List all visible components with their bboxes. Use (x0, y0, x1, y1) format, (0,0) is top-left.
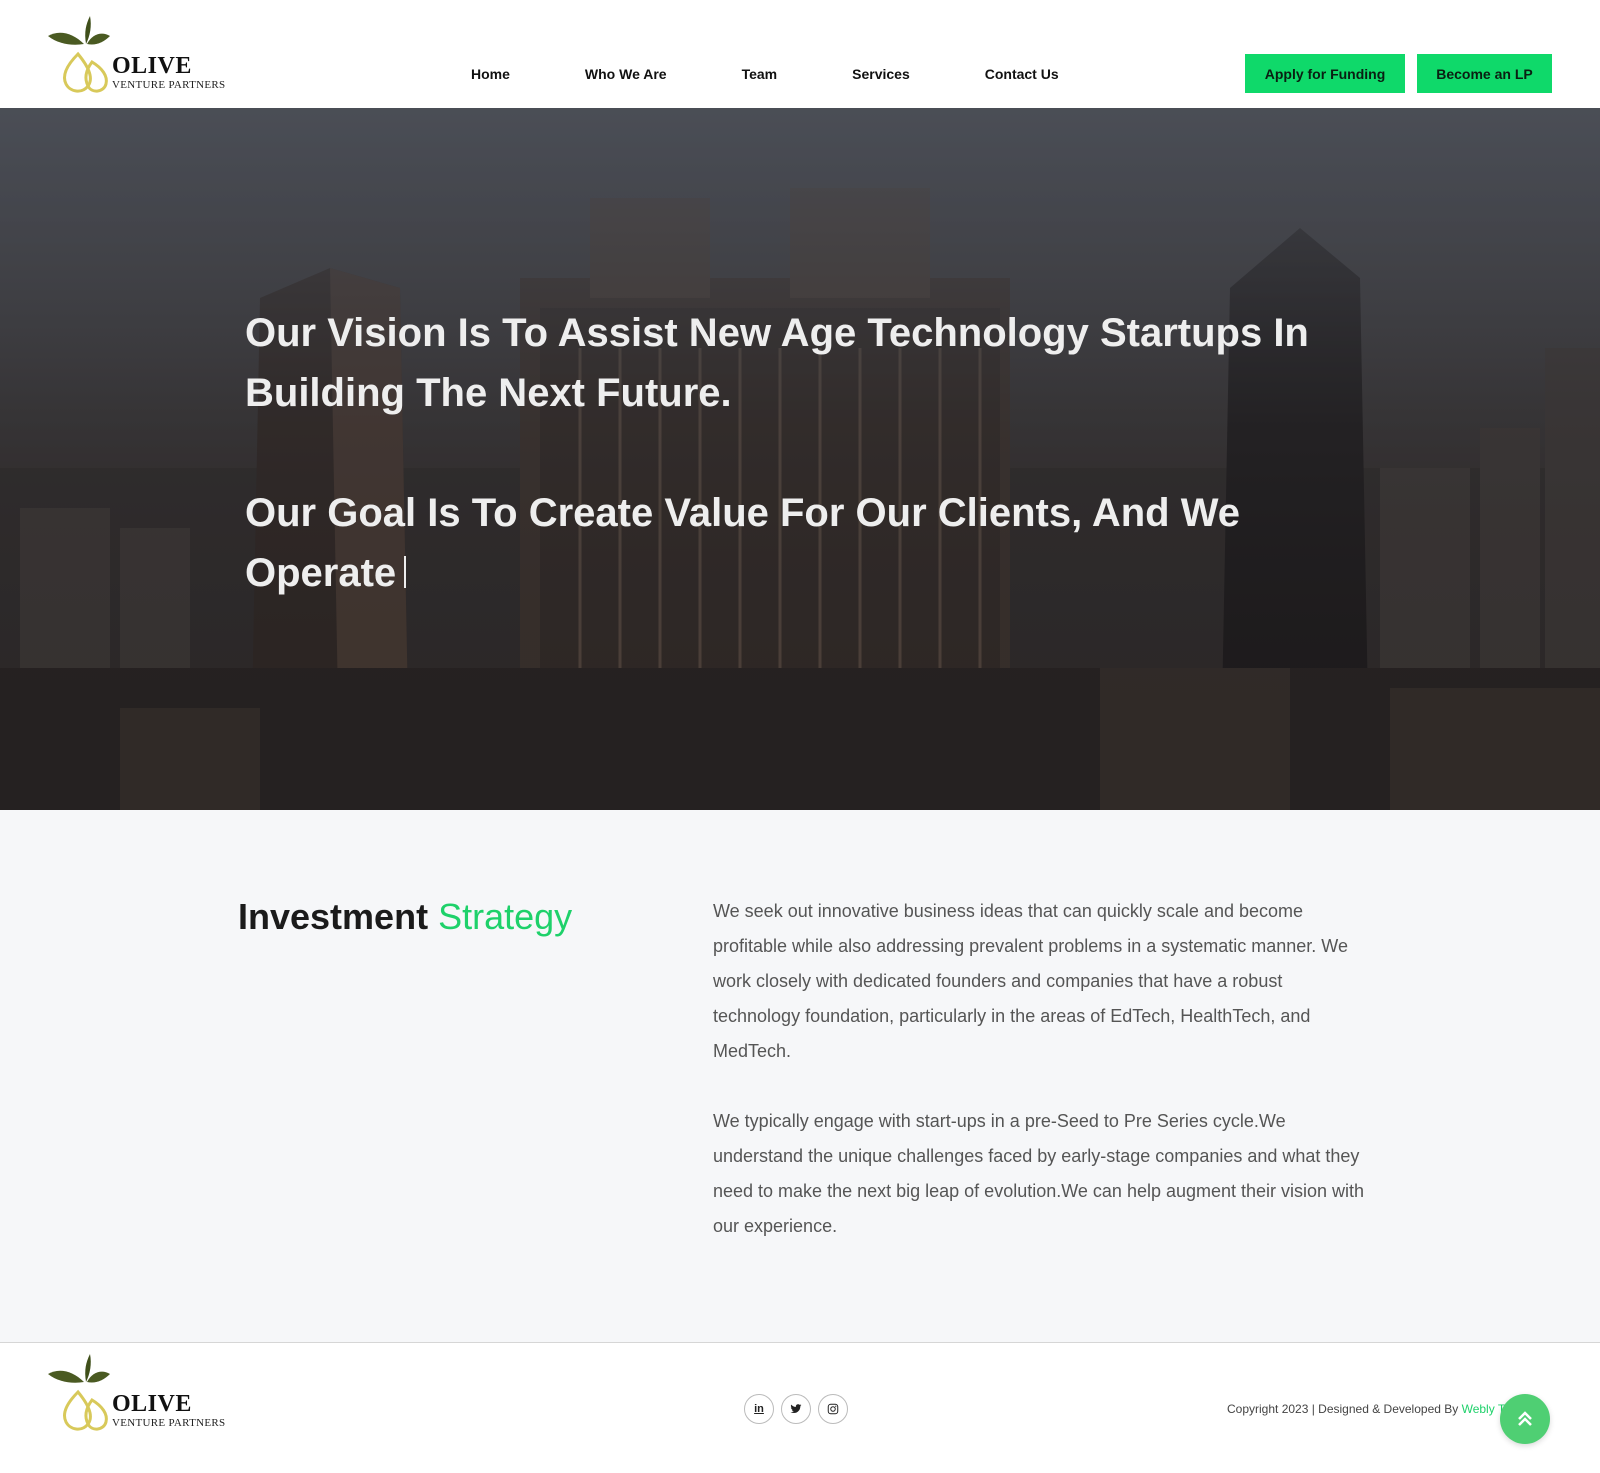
instagram-icon[interactable] (818, 1394, 848, 1424)
olive-leaf-icon (48, 16, 110, 93)
apply-for-funding-button[interactable]: Apply for Funding (1245, 54, 1405, 93)
copyright-text: Copyright 2023 | Designed & Developed By… (1227, 1402, 1547, 1416)
footer-brand-tagline: VENTURE PARTNERS (112, 1417, 226, 1429)
footer-brand-logo[interactable]: OLIVE VENTURE PARTNERS (46, 1352, 236, 1434)
social-links: in (744, 1394, 848, 1424)
site-header: OLIVE VENTURE PARTNERS Home Who We Are T… (0, 0, 1590, 108)
investment-strategy-section: Investment Strategy We seek out innovati… (0, 810, 1600, 1343)
become-an-lp-button[interactable]: Become an LP (1417, 54, 1552, 93)
twitter-icon[interactable] (781, 1394, 811, 1424)
strategy-paragraph-1: We seek out innovative business ideas th… (713, 901, 1348, 1061)
double-chevron-up-icon (1518, 1411, 1532, 1426)
hero-vision-text: Our Vision Is To Assist New Age Technolo… (245, 311, 1309, 415)
main-nav: Home Who We Are Team Services Contact Us (471, 66, 1059, 82)
hero-heading: Our Vision Is To Assist New Age Technolo… (245, 303, 1325, 603)
strategy-title: Investment Strategy (238, 896, 572, 938)
hero-goal-text: Our Goal Is To Create Value For Our Clie… (245, 491, 1240, 595)
copyright-prefix: Copyright 2023 | Designed & Developed By (1227, 1402, 1462, 1416)
strategy-body: We seek out innovative business ideas th… (713, 894, 1373, 1244)
strategy-title-accent: Strategy (438, 896, 573, 937)
strategy-title-main: Investment (238, 896, 429, 937)
scroll-to-top-button[interactable] (1500, 1394, 1550, 1444)
site-footer: OLIVE VENTURE PARTNERS in Copyright 2023… (0, 1344, 1600, 1473)
nav-who-we-are[interactable]: Who We Are (585, 66, 667, 82)
hero-section: Our Vision Is To Assist New Age Technolo… (0, 108, 1600, 810)
strategy-paragraph-2: We typically engage with start-ups in a … (713, 1111, 1365, 1236)
olive-leaf-icon (48, 1354, 110, 1431)
linkedin-icon[interactable]: in (744, 1394, 774, 1424)
footer-brand-name: OLIVE (112, 1391, 192, 1417)
brand-name: OLIVE (112, 53, 192, 79)
nav-contact-us[interactable]: Contact Us (985, 66, 1059, 82)
nav-services[interactable]: Services (852, 66, 910, 82)
brand-logo[interactable]: OLIVE VENTURE PARTNERS (46, 14, 236, 96)
nav-team[interactable]: Team (742, 66, 778, 82)
hero-goal-line: Our Goal Is To Create Value For Our Clie… (245, 483, 1325, 603)
brand-tagline: VENTURE PARTNERS (112, 79, 226, 91)
nav-home[interactable]: Home (471, 66, 510, 82)
typing-cursor (404, 556, 407, 588)
